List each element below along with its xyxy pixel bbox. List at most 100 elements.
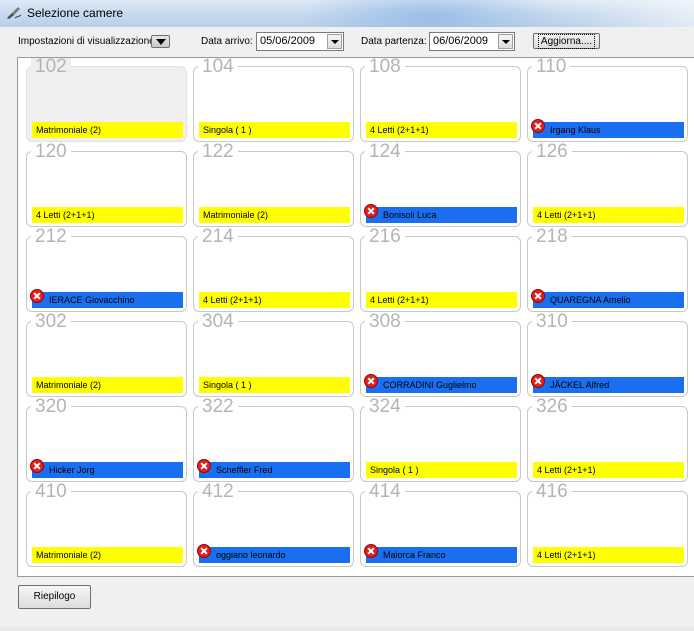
occupied-x-icon xyxy=(30,289,44,303)
room-number: 308 xyxy=(365,312,405,331)
occupied-x-icon xyxy=(364,544,378,558)
room-number: 310 xyxy=(532,312,572,331)
guest-name-bar: CORRADINI Guglielmo xyxy=(366,377,517,393)
room-type-bar: 4 Letti (2+1+1) xyxy=(533,547,684,563)
room-type-bar: 4 Letti (2+1+1) xyxy=(32,207,183,223)
room-number: 214 xyxy=(198,227,238,246)
guest-name-bar: IERACE Giovacchino xyxy=(32,292,183,308)
room-number: 304 xyxy=(198,312,238,331)
guest-name-bar: Hicker Jorg xyxy=(32,462,183,478)
room-tile-304[interactable]: 304 Singola ( 1 ) xyxy=(193,312,354,397)
room-tile-122[interactable]: 122 Matrimoniale (2) xyxy=(193,142,354,227)
view-settings-dropdown-button[interactable] xyxy=(151,35,170,48)
toolbar: Impostazioni di visualizzazione Data arr… xyxy=(0,27,694,56)
occupied-x-icon xyxy=(364,374,378,388)
room-number: 412 xyxy=(198,482,238,501)
occupied-x-icon xyxy=(364,204,378,218)
update-button[interactable]: Aggiorna.... xyxy=(533,33,600,49)
room-tile-416[interactable]: 416 4 Letti (2+1+1) xyxy=(527,482,688,567)
summary-button[interactable]: Riepilogo xyxy=(18,585,91,609)
guest-name-bar: JÄCKEL Alfred xyxy=(533,377,684,393)
room-type-bar: Matrimoniale (2) xyxy=(32,547,183,563)
room-tile-102[interactable]: 102 Matrimoniale (2) xyxy=(26,57,187,142)
room-tile-324[interactable]: 324 Singola ( 1 ) xyxy=(360,397,521,482)
occupied-x-icon xyxy=(531,119,545,133)
room-number: 322 xyxy=(198,397,238,416)
room-number: 120 xyxy=(31,142,71,161)
room-number: 216 xyxy=(365,227,405,246)
guest-name-bar: Maiorca Franco xyxy=(366,547,517,563)
room-number: 320 xyxy=(31,397,71,416)
room-type-bar: Singola ( 1 ) xyxy=(199,377,350,393)
room-number: 124 xyxy=(365,142,405,161)
occupied-x-icon xyxy=(30,459,44,473)
chevron-down-icon[interactable] xyxy=(498,34,513,49)
room-tile-302[interactable]: 302 Matrimoniale (2) xyxy=(26,312,187,397)
room-type-bar: Singola ( 1 ) xyxy=(199,122,350,138)
room-tile-108[interactable]: 108 4 Letti (2+1+1) xyxy=(360,57,521,142)
arrival-date-value: 05/06/2009 xyxy=(260,35,316,47)
room-tile-104[interactable]: 104 Singola ( 1 ) xyxy=(193,57,354,142)
occupied-x-icon xyxy=(197,544,211,558)
room-number: 122 xyxy=(198,142,238,161)
room-tile-126[interactable]: 126 4 Letti (2+1+1) xyxy=(527,142,688,227)
room-tile-120[interactable]: 120 4 Letti (2+1+1) xyxy=(26,142,187,227)
occupied-x-icon xyxy=(531,289,545,303)
guest-name-bar: QUAREGNA Amelio xyxy=(533,292,684,308)
room-number: 212 xyxy=(31,227,71,246)
room-number: 326 xyxy=(532,397,572,416)
room-tile-110[interactable]: 110 Irgang Klaus xyxy=(527,57,688,142)
room-type-bar: 4 Letti (2+1+1) xyxy=(533,462,684,478)
room-number: 104 xyxy=(198,57,238,76)
room-type-bar: 4 Letti (2+1+1) xyxy=(366,122,517,138)
view-settings-label[interactable]: Impostazioni di visualizzazione xyxy=(18,36,155,47)
update-button-label: Aggiorna.... xyxy=(537,34,596,49)
room-tile-410[interactable]: 410 Matrimoniale (2) xyxy=(26,482,187,567)
room-type-bar: Matrimoniale (2) xyxy=(199,207,350,223)
window-title: Selezione camere xyxy=(27,6,124,20)
title-bar: Selezione camere xyxy=(0,0,694,27)
room-type-bar: Matrimoniale (2) xyxy=(32,122,183,138)
guest-name-bar: oggiano leonardo xyxy=(199,547,350,563)
departure-date-label: Data partenza: xyxy=(361,36,427,47)
room-number: 410 xyxy=(31,482,71,501)
room-tile-412[interactable]: 412 oggiano leonardo xyxy=(193,482,354,567)
pen-icon xyxy=(7,7,22,19)
room-tile-212[interactable]: 212 IERACE Giovacchino xyxy=(26,227,187,312)
room-tile-218[interactable]: 218 QUAREGNA Amelio xyxy=(527,227,688,312)
room-number: 126 xyxy=(532,142,572,161)
rooms-grid: 102 Matrimoniale (2) 104 Singola ( 1 ) 108 4 … xyxy=(17,57,694,577)
room-number: 102 xyxy=(31,57,71,76)
guest-name-bar: Scheffler Fred xyxy=(199,462,350,478)
room-tile-320[interactable]: 320 Hicker Jorg xyxy=(26,397,187,482)
room-tile-414[interactable]: 414 Maiorca Franco xyxy=(360,482,521,567)
guest-name-bar: Irgang Klaus xyxy=(533,122,684,138)
room-number: 218 xyxy=(532,227,572,246)
room-type-bar: 4 Letti (2+1+1) xyxy=(366,292,517,308)
departure-date-value: 06/06/2009 xyxy=(433,35,489,47)
guest-name-bar: Bonisoli Luca xyxy=(366,207,517,223)
room-number: 110 xyxy=(532,57,571,76)
room-number: 414 xyxy=(365,482,405,501)
arrival-date-picker[interactable]: 05/06/2009 xyxy=(256,32,344,51)
departure-date-picker[interactable]: 06/06/2009 xyxy=(429,32,515,51)
room-type-bar: Singola ( 1 ) xyxy=(366,462,517,478)
room-number: 108 xyxy=(365,57,405,76)
room-tile-326[interactable]: 326 4 Letti (2+1+1) xyxy=(527,397,688,482)
room-number: 416 xyxy=(532,482,572,501)
room-tile-214[interactable]: 214 4 Letti (2+1+1) xyxy=(193,227,354,312)
room-type-bar: 4 Letti (2+1+1) xyxy=(199,292,350,308)
room-type-bar: Matrimoniale (2) xyxy=(32,377,183,393)
room-type-bar: 4 Letti (2+1+1) xyxy=(533,207,684,223)
room-tile-216[interactable]: 216 4 Letti (2+1+1) xyxy=(360,227,521,312)
occupied-x-icon xyxy=(531,374,545,388)
room-tile-308[interactable]: 308 CORRADINI Guglielmo xyxy=(360,312,521,397)
window-bottom-edge xyxy=(0,627,694,631)
room-tile-310[interactable]: 310 JÄCKEL Alfred xyxy=(527,312,688,397)
room-number: 302 xyxy=(31,312,71,331)
chevron-down-icon[interactable] xyxy=(327,34,342,49)
arrival-date-label: Data arrivo: xyxy=(201,36,253,47)
room-tile-124[interactable]: 124 Bonisoli Luca xyxy=(360,142,521,227)
room-tile-322[interactable]: 322 Scheffler Fred xyxy=(193,397,354,482)
room-number: 324 xyxy=(365,397,405,416)
